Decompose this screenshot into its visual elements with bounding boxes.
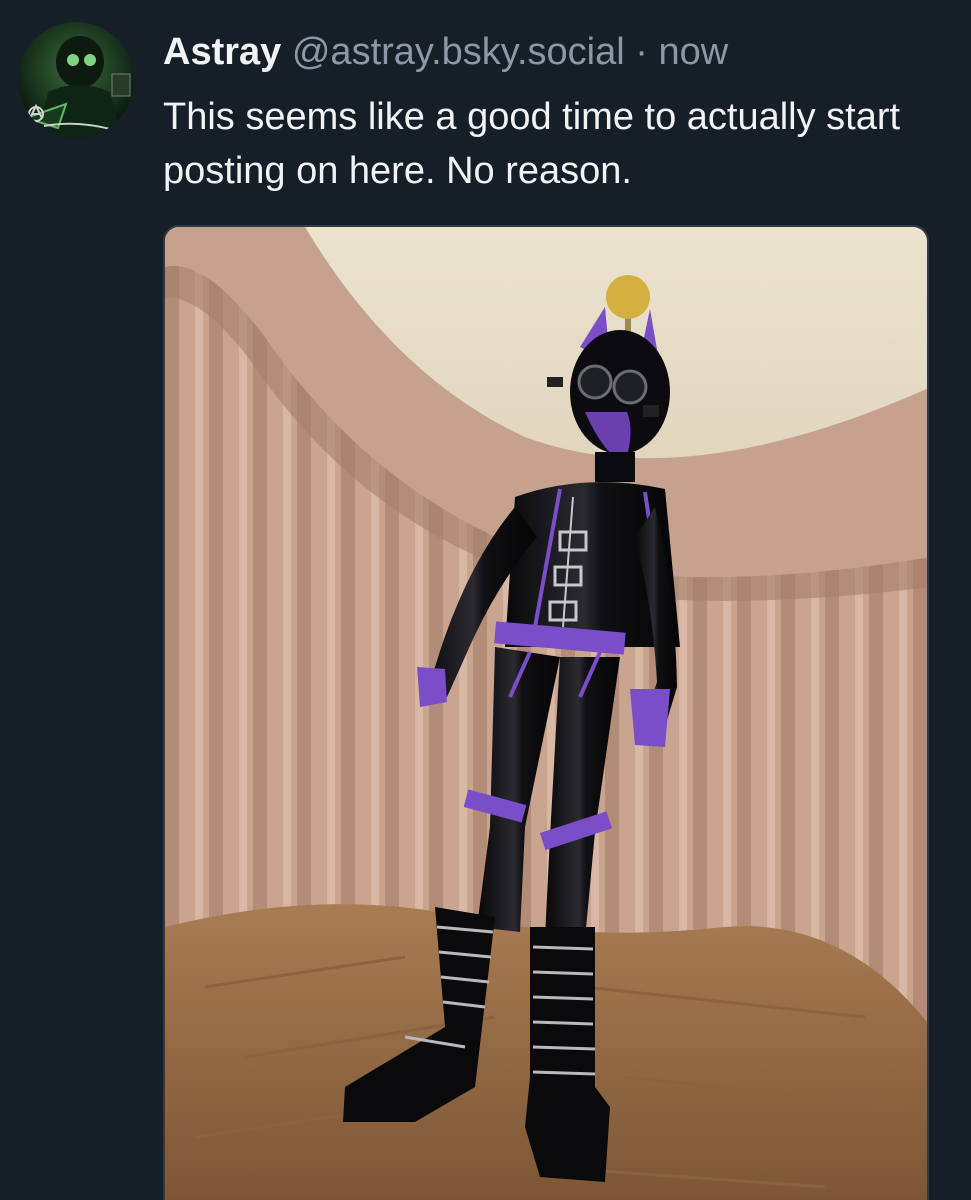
author-display-name[interactable]: Astray	[163, 31, 281, 73]
post-card[interactable]: Astray @astray.bsky.social · now This se…	[0, 0, 971, 1200]
post-body-text: This seems like a good time to actually …	[163, 96, 901, 192]
author-handle[interactable]: @astray.bsky.social	[292, 31, 625, 73]
post-header: Astray @astray.bsky.social · now	[163, 28, 728, 76]
user-avatar-icon[interactable]	[18, 22, 134, 138]
post-timestamp[interactable]: now	[658, 31, 728, 73]
post-image[interactable]	[163, 225, 929, 1200]
header-separator: ·	[635, 31, 648, 73]
photo-icon	[165, 227, 927, 1200]
